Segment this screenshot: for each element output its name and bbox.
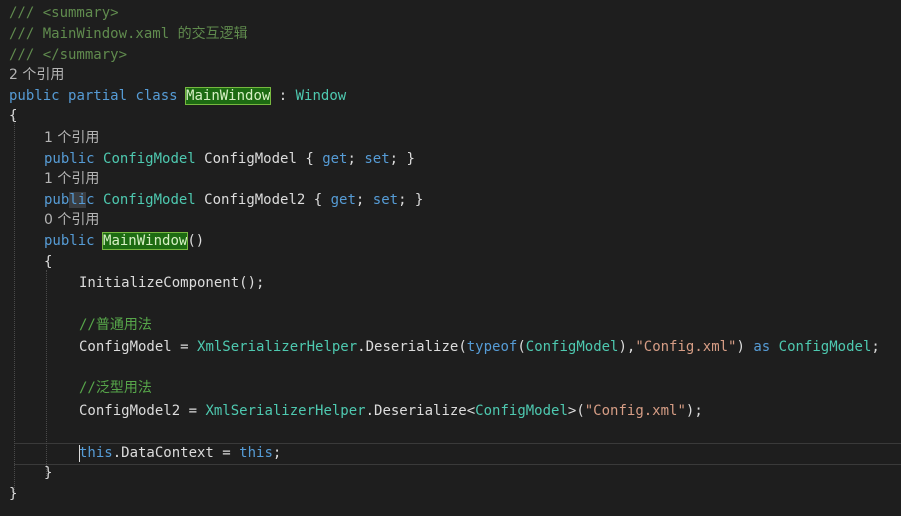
code-line[interactable]: [0, 358, 901, 378]
keyword-token[interactable]: set: [364, 151, 389, 167]
code-token[interactable]: ): [737, 339, 754, 355]
code-token[interactable]: ; }: [398, 192, 423, 208]
code-token[interactable]: ConfigModel {: [204, 151, 322, 167]
code-line[interactable]: ConfigModel = XmlSerializerHelper.Deseri…: [0, 337, 901, 357]
code-line[interactable]: /// <summary>: [0, 3, 901, 23]
type-token[interactable]: Window: [296, 88, 347, 104]
code-token[interactable]: ;: [273, 445, 281, 461]
codelens-references[interactable]: 1 个引用: [0, 169, 901, 189]
codelens-references[interactable]: 2 个引用: [0, 65, 901, 85]
highlighted-symbol[interactable]: MainWindow: [102, 232, 189, 250]
code-token[interactable]: );: [686, 403, 703, 419]
keyword-token[interactable]: this: [239, 445, 273, 461]
code-line[interactable]: [0, 294, 901, 314]
codelens-references[interactable]: 1 个引用: [0, 128, 901, 148]
code-line[interactable]: ConfigModel2 = XmlSerializerHelper.Deser…: [0, 401, 901, 421]
keyword-token[interactable]: class: [135, 88, 186, 104]
code-line[interactable]: InitializeComponent();: [0, 273, 901, 293]
type-token[interactable]: ConfigModel: [103, 151, 204, 167]
code-line[interactable]: public partial class MainWindow : Window: [0, 86, 901, 106]
code-line[interactable]: public MainWindow(): [0, 231, 901, 251]
code-line[interactable]: public ConfigModel ConfigModel { get; se…: [0, 149, 901, 169]
type-token[interactable]: ConfigModel: [779, 339, 872, 355]
type-token[interactable]: ConfigModel: [475, 403, 568, 419]
keyword-token[interactable]: as: [753, 339, 778, 355]
keyword-token[interactable]: c: [86, 192, 103, 208]
code-token[interactable]: >(: [568, 403, 585, 419]
code-token[interactable]: ; }: [390, 151, 415, 167]
type-token[interactable]: XmlSerializerHelper: [205, 403, 365, 419]
code-token[interactable]: .Deserialize<: [366, 403, 476, 419]
code-token[interactable]: ;: [871, 339, 879, 355]
code-token[interactable]: {: [9, 108, 17, 124]
code-line[interactable]: /// </summary>: [0, 45, 901, 65]
selected-text[interactable]: li: [69, 192, 87, 208]
code-editor[interactable]: /// <summary> /// MainWindow.xaml 的交互逻辑 …: [0, 0, 901, 516]
keyword-token[interactable]: this: [79, 445, 113, 461]
code-line[interactable]: {: [0, 106, 901, 126]
code-token[interactable]: InitializeComponent();: [79, 275, 264, 291]
code-token[interactable]: {: [44, 254, 52, 270]
code-line[interactable]: public ConfigModel ConfigModel2 { get; s…: [0, 190, 901, 210]
highlighted-symbol[interactable]: MainWindow: [185, 87, 272, 105]
code-token[interactable]: .Deserialize(: [357, 339, 467, 355]
code-line[interactable]: }: [0, 484, 901, 504]
code-token[interactable]: ConfigModel2 =: [79, 403, 205, 419]
code-token[interactable]: .DataContext =: [113, 445, 239, 461]
keyword-token[interactable]: typeof: [467, 339, 518, 355]
keyword-token[interactable]: public: [44, 151, 103, 167]
code-line[interactable]: {: [0, 252, 901, 272]
code-token[interactable]: }: [44, 465, 52, 481]
keyword-token[interactable]: partial: [68, 88, 135, 104]
comment-token[interactable]: ///: [9, 5, 43, 21]
code-line[interactable]: //泛型用法: [0, 378, 901, 398]
comment-token[interactable]: ///: [9, 47, 43, 63]
code-line[interactable]: }: [0, 463, 901, 483]
keyword-token[interactable]: pub: [44, 192, 69, 208]
keyword-token[interactable]: public: [9, 88, 68, 104]
comment-token[interactable]: </summary>: [43, 47, 127, 63]
keyword-token[interactable]: public: [44, 233, 103, 249]
code-token[interactable]: ConfigModel2 {: [204, 192, 330, 208]
text-caret: [79, 445, 80, 462]
keyword-token[interactable]: set: [373, 192, 398, 208]
code-token[interactable]: ),: [618, 339, 635, 355]
comment-token[interactable]: //普通用法: [79, 317, 152, 333]
keyword-token[interactable]: get: [331, 192, 356, 208]
code-line[interactable]: this.DataContext = this;: [0, 443, 901, 463]
code-token[interactable]: :: [270, 88, 295, 104]
code-token[interactable]: ConfigModel =: [79, 339, 197, 355]
code-token[interactable]: }: [9, 486, 17, 502]
code-token[interactable]: (): [187, 233, 204, 249]
code-token[interactable]: ;: [347, 151, 364, 167]
string-literal[interactable]: "Config.xml": [635, 339, 736, 355]
code-line[interactable]: /// MainWindow.xaml 的交互逻辑: [0, 24, 901, 44]
codelens-references[interactable]: 0 个引用: [0, 210, 901, 230]
type-token[interactable]: ConfigModel: [526, 339, 619, 355]
string-literal[interactable]: "Config.xml": [585, 403, 686, 419]
comment-token[interactable]: //泛型用法: [79, 380, 152, 396]
type-token[interactable]: ConfigModel: [103, 192, 204, 208]
code-line[interactable]: //普通用法: [0, 315, 901, 335]
comment-token[interactable]: /// MainWindow.xaml 的交互逻辑: [9, 26, 248, 42]
keyword-token[interactable]: get: [322, 151, 347, 167]
code-line[interactable]: [0, 422, 901, 442]
code-token[interactable]: (: [517, 339, 525, 355]
comment-token[interactable]: <summary>: [43, 5, 119, 21]
type-token[interactable]: XmlSerializerHelper: [197, 339, 357, 355]
code-token[interactable]: ;: [356, 192, 373, 208]
